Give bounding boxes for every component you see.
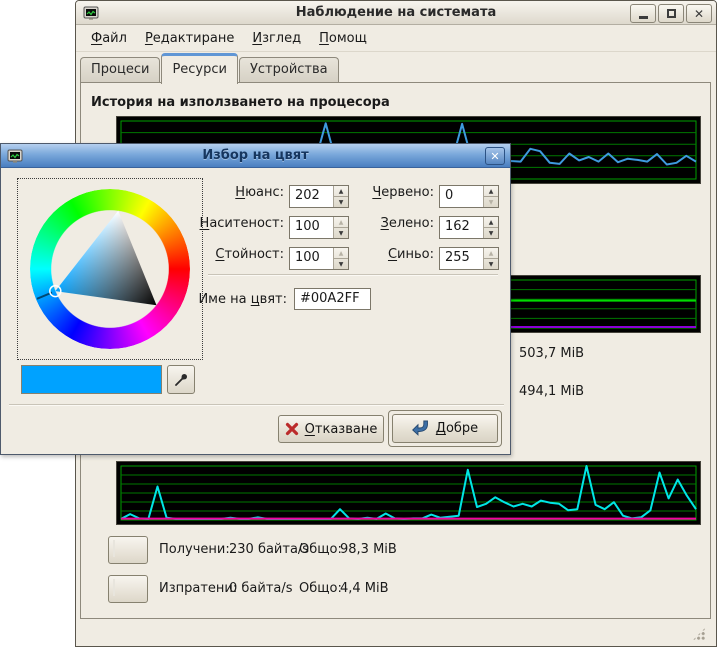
- red-spinbox[interactable]: 0 ▲▼: [439, 185, 499, 208]
- sent-label: Изпратени:: [159, 581, 237, 596]
- received-color-button[interactable]: [108, 536, 148, 564]
- received-total-label: Общо:: [299, 542, 342, 557]
- cpu-history-heading: История на използването на процесора: [91, 95, 390, 110]
- blue-spin-up[interactable]: ▲: [484, 248, 498, 259]
- dialog-title: Избор на цвят: [1, 148, 510, 163]
- blue-label: Синьо:: [324, 247, 434, 262]
- desktop: Наблюдение на системата ✕ Файл Редактира…: [0, 0, 717, 647]
- blue-spinbox[interactable]: 255 ▲▼: [439, 247, 499, 270]
- color-wheel-box: [17, 178, 203, 360]
- hue-label: Нюанс:: [174, 185, 284, 200]
- received-label: Получени:: [159, 542, 230, 557]
- close-icon: ✕: [694, 8, 704, 20]
- ok-button-default-ring: Добре: [388, 410, 502, 447]
- menubar: Файл Редактиране Изглед Помощ: [76, 26, 716, 52]
- blue-input[interactable]: 255: [440, 248, 483, 269]
- red-label: Червено:: [324, 185, 434, 200]
- menu-edit[interactable]: Редактиране: [136, 28, 243, 49]
- eyedropper-icon: [173, 372, 189, 388]
- blue-spin-down[interactable]: ▼: [484, 259, 498, 269]
- maximize-icon: [667, 9, 676, 18]
- network-history-chart: [116, 461, 701, 525]
- green-spin-down[interactable]: ▼: [484, 228, 498, 238]
- color-name-input[interactable]: #00A2FF: [294, 288, 371, 310]
- color-wheel[interactable]: [30, 189, 190, 349]
- sent-color-swatch: [113, 579, 115, 596]
- sent-total: 4,4 MiB: [340, 581, 389, 596]
- color-picker-dialog: Избор на цвят ✕: [0, 143, 511, 455]
- color-name-label: Име на цвят:: [151, 292, 287, 307]
- green-input[interactable]: 162: [440, 217, 483, 238]
- ok-icon: [412, 420, 430, 437]
- dialog-close-icon: ✕: [490, 150, 499, 163]
- window-title: Наблюдение на системата: [76, 5, 716, 20]
- tab-processes[interactable]: Процеси: [80, 57, 160, 83]
- memory-used-value: 503,7 MiB: [519, 346, 584, 361]
- green-spin-up[interactable]: ▲: [484, 217, 498, 228]
- memory-usage-row: 503,7 MiB 57,1 %: [519, 346, 717, 361]
- resize-grip[interactable]: [692, 627, 706, 641]
- green-label: Зелено:: [324, 216, 434, 231]
- sent-rate: 0 байта/s: [229, 581, 293, 596]
- eyedropper-button[interactable]: [167, 365, 195, 394]
- red-input[interactable]: 0: [440, 186, 483, 207]
- statusbar: [80, 620, 710, 645]
- menu-help[interactable]: Помощ: [310, 28, 376, 49]
- sent-legend-row: Изпратени: 0 байта/s Общо: 4,4 MiB: [81, 575, 710, 603]
- red-spin-down[interactable]: ▼: [484, 197, 498, 207]
- dialog-titlebar[interactable]: Избор на цвят ✕: [1, 144, 510, 168]
- maximize-button[interactable]: [658, 4, 684, 23]
- green-spinbox[interactable]: 162 ▲▼: [439, 216, 499, 239]
- saturation-label: Наситеност:: [174, 216, 284, 231]
- tabstrip: Процеси Ресурси Устройства: [80, 52, 710, 83]
- ok-button-label: Добре: [436, 421, 478, 436]
- tab-resources[interactable]: Ресурси: [161, 53, 238, 84]
- menu-view[interactable]: Изглед: [243, 28, 310, 49]
- color-preview-swatch: [21, 365, 162, 394]
- actions-separator: [9, 404, 504, 406]
- sent-color-button[interactable]: [108, 575, 148, 603]
- red-spin-up[interactable]: ▲: [484, 186, 498, 197]
- sv-triangle[interactable]: [30, 189, 190, 349]
- received-rate: 230 байта/s: [229, 542, 309, 557]
- dialog-close-button[interactable]: ✕: [485, 147, 505, 165]
- fields-separator: [208, 274, 498, 276]
- cancel-button[interactable]: Отказване: [278, 415, 384, 443]
- swap-usage-row: 494,1 MiB 0,0 %: [519, 384, 717, 399]
- cancel-icon: [285, 422, 299, 436]
- cancel-button-label: Отказване: [305, 422, 378, 437]
- received-total: 98,3 MiB: [340, 542, 397, 557]
- value-label: Стойност:: [174, 247, 284, 262]
- ok-button[interactable]: Добре: [392, 414, 498, 443]
- window-titlebar[interactable]: Наблюдение на системата ✕: [76, 1, 716, 25]
- minimize-icon: [639, 16, 648, 19]
- close-button[interactable]: ✕: [686, 4, 712, 23]
- minimize-button[interactable]: [630, 4, 656, 23]
- swap-used-value: 494,1 MiB: [519, 384, 584, 399]
- tab-devices[interactable]: Устройства: [239, 57, 339, 83]
- sent-total-label: Общо:: [299, 581, 342, 596]
- menu-file[interactable]: Файл: [82, 28, 136, 49]
- received-color-swatch: [113, 540, 115, 557]
- received-legend-row: Получени: 230 байта/s Общо: 98,3 MiB: [81, 536, 710, 564]
